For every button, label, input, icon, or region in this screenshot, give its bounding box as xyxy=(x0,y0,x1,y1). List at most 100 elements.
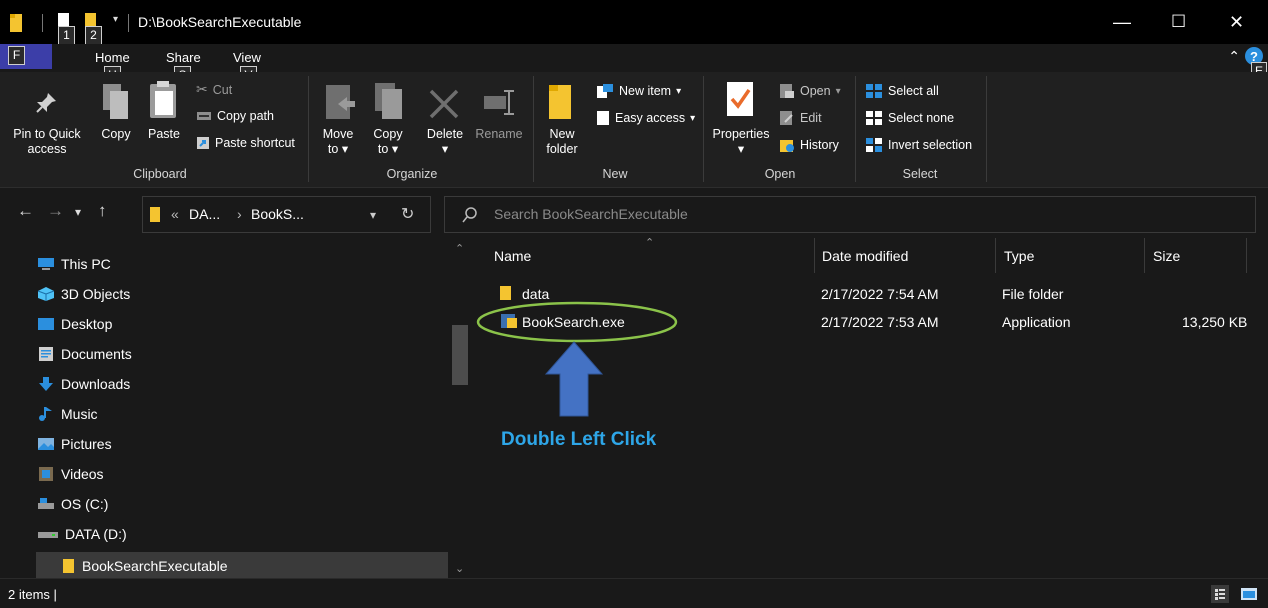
column-divider[interactable] xyxy=(1144,238,1145,273)
invert-selection-label: Invert selection xyxy=(888,138,973,152)
copy-path-label: Copy path xyxy=(217,109,274,123)
address-separator: › xyxy=(237,206,242,222)
sidebar-item-os-c[interactable]: OS (C:) xyxy=(37,496,108,512)
keytip-2: 2 xyxy=(85,26,102,45)
select-all-button[interactable]: Select all xyxy=(865,83,939,99)
sidebar-item-this-pc[interactable]: This PC xyxy=(37,256,111,272)
desktop-icon xyxy=(38,318,54,330)
search-placeholder: Search BookSearchExecutable xyxy=(494,206,688,222)
sidebar-item-3d-objects[interactable]: 3D Objects xyxy=(37,286,130,302)
tab-home[interactable]: Home xyxy=(95,50,130,65)
recent-locations-chevron-icon[interactable]: ▾ xyxy=(75,205,81,219)
invert-selection-button[interactable]: Invert selection xyxy=(865,137,972,153)
pin-label-line1: Pin to Quick xyxy=(13,127,81,141)
details-view-icon[interactable] xyxy=(1211,585,1229,603)
sidebar-item-label: This PC xyxy=(61,256,111,272)
copy-icon xyxy=(103,84,128,119)
new-folder-label-line1: New xyxy=(549,127,575,141)
folder-icon[interactable] xyxy=(9,12,25,34)
paste-button[interactable]: Paste xyxy=(143,127,185,142)
easy-access-button[interactable]: Easy access ▾ xyxy=(596,110,695,126)
pin-to-quick-access-button[interactable]: Pin to Quick access xyxy=(0,127,94,157)
tab-view[interactable]: View xyxy=(233,50,261,65)
select-none-icon xyxy=(866,111,882,125)
column-divider[interactable] xyxy=(814,238,815,273)
column-header-name[interactable]: Name xyxy=(494,248,531,264)
paste-shortcut-button[interactable]: Paste shortcut xyxy=(196,136,295,150)
copy-path-button[interactable]: Copy path xyxy=(196,109,274,123)
select-all-label: Select all xyxy=(888,84,939,98)
sidebar-item-booksearchexecutable[interactable]: BookSearchExecutable xyxy=(36,552,448,579)
delete-button[interactable]: Delete ▾ xyxy=(424,127,466,157)
large-icons-view-icon[interactable] xyxy=(1240,586,1258,602)
column-divider[interactable] xyxy=(995,238,996,273)
collapse-ribbon-icon[interactable]: ⌃ xyxy=(1228,48,1240,65)
sidebar-item-data-d[interactable]: DATA (D:) xyxy=(37,526,127,542)
sidebar-item-videos[interactable]: Videos xyxy=(37,466,104,482)
history-icon xyxy=(780,140,794,152)
clipboard-group-label: Clipboard xyxy=(133,167,187,181)
qat-dropdown-icon[interactable]: ▾ xyxy=(113,14,118,25)
copy-to-icon xyxy=(375,83,402,119)
refresh-icon[interactable]: ↻ xyxy=(401,204,414,224)
address-segment-data[interactable]: DA... xyxy=(189,206,220,222)
column-header-size[interactable]: Size xyxy=(1153,248,1180,264)
address-segment-booksearch[interactable]: BookS... xyxy=(251,206,304,222)
move-to-button[interactable]: Move to ▾ xyxy=(318,127,358,157)
sidebar-item-label: OS (C:) xyxy=(61,496,109,512)
open-button[interactable]: Open ▾ xyxy=(779,83,841,99)
select-none-button[interactable]: Select none xyxy=(865,110,954,126)
column-header-type[interactable]: Type xyxy=(1004,248,1034,264)
sidebar-item-downloads[interactable]: Downloads xyxy=(37,376,130,392)
navigation-scrollbar[interactable]: ⌃ ⌄ xyxy=(450,238,470,578)
sidebar-item-music[interactable]: Music xyxy=(37,406,98,422)
easy-access-icon xyxy=(597,111,609,125)
column-header-date-modified[interactable]: Date modified xyxy=(822,248,908,264)
open-icon xyxy=(780,84,794,98)
properties-label: Properties xyxy=(712,127,770,141)
minimize-button[interactable]: — xyxy=(1113,12,1131,33)
address-dropdown-icon[interactable]: ▾ xyxy=(370,208,376,222)
search-icon xyxy=(462,207,477,223)
rename-button[interactable]: Rename xyxy=(472,127,526,142)
forward-arrow-icon[interactable]: → xyxy=(47,201,64,221)
up-arrow-icon[interactable]: ↑ xyxy=(98,201,107,221)
properties-button[interactable]: Properties ▾ xyxy=(708,127,774,157)
music-icon xyxy=(39,407,52,421)
drive-d-icon xyxy=(38,532,58,538)
close-button[interactable]: ✕ xyxy=(1229,12,1244,33)
separator xyxy=(308,76,309,182)
new-folder-button[interactable]: New folder xyxy=(540,127,584,157)
maximize-button[interactable]: ☐ xyxy=(1171,12,1186,32)
back-arrow-icon[interactable]: ← xyxy=(17,201,34,221)
status-bar: 2 items | xyxy=(0,578,1268,608)
scroll-down-icon[interactable]: ⌄ xyxy=(455,562,464,575)
scrollbar-thumb[interactable] xyxy=(452,325,468,385)
up-arrow-annotation xyxy=(544,341,604,417)
sidebar-item-desktop[interactable]: Desktop xyxy=(37,316,112,332)
address-bar[interactable]: « DA... › BookS... ▾ ↻ xyxy=(142,196,431,233)
sidebar-item-pictures[interactable]: Pictures xyxy=(37,436,112,452)
sidebar-item-documents[interactable]: Documents xyxy=(37,346,132,362)
edit-button[interactable]: Edit xyxy=(779,110,822,126)
copy-to-button[interactable]: Copy to ▾ xyxy=(368,127,408,157)
new-item-button[interactable]: New item ▾ xyxy=(596,83,681,99)
title-bar: 1 2 ▾ D:\BookSearchExecutable — ☐ ✕ xyxy=(0,0,1268,50)
scroll-up-icon[interactable]: ⌃ xyxy=(455,242,464,255)
search-box[interactable]: Search BookSearchExecutable xyxy=(444,196,1256,233)
videos-icon xyxy=(39,467,53,481)
copy-button[interactable]: Copy xyxy=(98,127,134,142)
column-divider[interactable] xyxy=(1246,238,1247,273)
copy-path-icon xyxy=(197,112,211,120)
cut-button[interactable]: ✂ Cut xyxy=(196,81,232,98)
file-size: 13,250 KB xyxy=(1182,314,1248,330)
open-dropdown-icon: ▾ xyxy=(835,85,841,97)
sidebar-item-label: Documents xyxy=(61,346,132,362)
paste-shortcut-icon xyxy=(197,137,209,149)
item-count: 2 items | xyxy=(8,587,57,602)
properties-dropdown-icon: ▾ xyxy=(737,142,745,156)
history-button[interactable]: History xyxy=(779,137,839,153)
address-overflow[interactable]: « xyxy=(171,206,179,222)
sidebar-item-label: BookSearchExecutable xyxy=(82,557,228,574)
tab-share[interactable]: Share xyxy=(166,50,201,65)
